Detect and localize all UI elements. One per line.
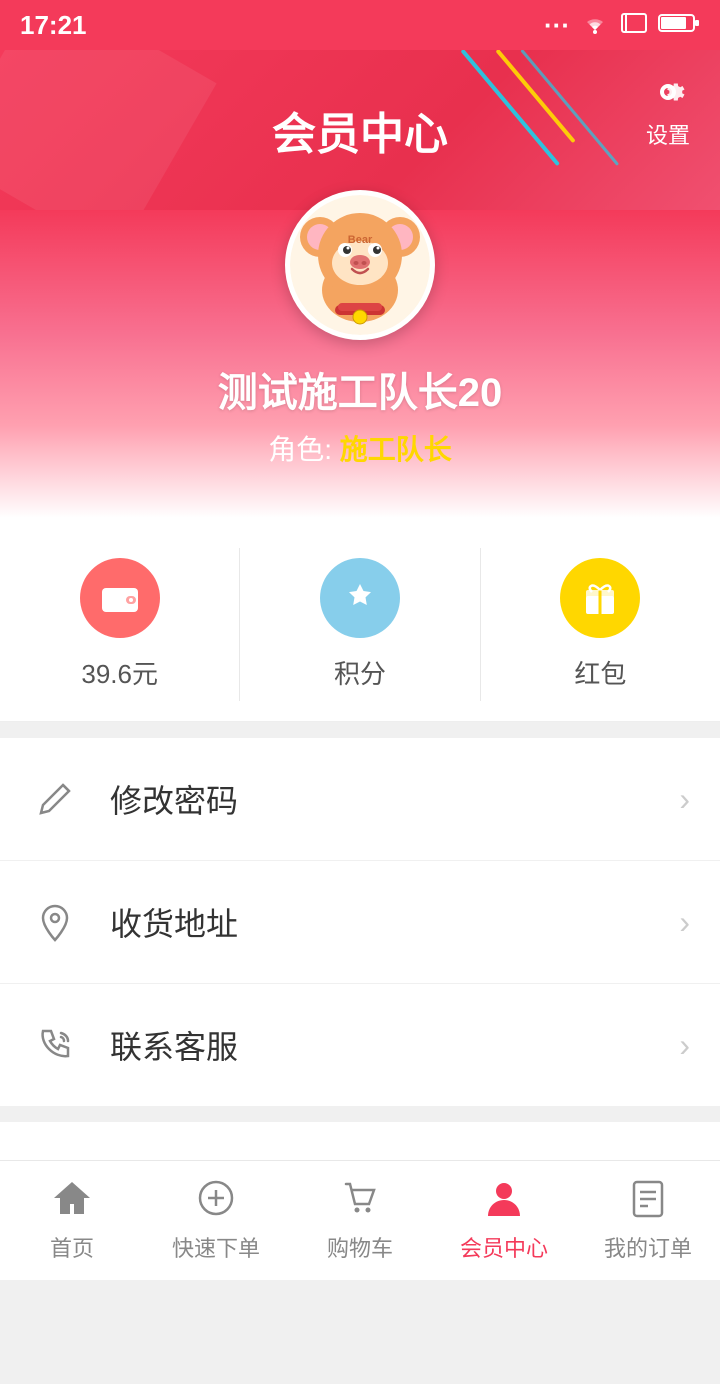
avatar-image: Bear bbox=[290, 195, 430, 335]
cart-label: 购物车 bbox=[327, 1231, 393, 1263]
arrow-icon: › bbox=[679, 781, 690, 818]
quick-order-icon bbox=[194, 1178, 238, 1225]
role-prefix: 角色: bbox=[268, 434, 340, 465]
settings-label: 设置 bbox=[646, 118, 690, 150]
menu-item-address[interactable]: 收货地址 › bbox=[0, 861, 720, 984]
page-title: 会员中心 bbox=[272, 98, 448, 162]
address-label: 收货地址 bbox=[110, 899, 679, 945]
page-header: 会员中心 设置 bbox=[0, 50, 720, 210]
arrow-icon: › bbox=[679, 904, 690, 941]
nav-member[interactable]: 会员中心 bbox=[432, 1161, 576, 1280]
phone-icon bbox=[30, 1020, 80, 1070]
time-display: 17:21 bbox=[20, 10, 87, 41]
gift-icon bbox=[578, 576, 622, 620]
username-display: 测试施工队长20 bbox=[218, 360, 503, 418]
role-display: 角色: 施工队长 bbox=[268, 428, 452, 468]
nav-quick-order[interactable]: 快速下单 bbox=[144, 1161, 288, 1280]
quick-order-label: 快速下单 bbox=[172, 1231, 260, 1263]
menu-item-customer-service[interactable]: 联系客服 › bbox=[0, 984, 720, 1106]
edit-icon bbox=[30, 774, 80, 824]
menu-item-change-password[interactable]: 修改密码 › bbox=[0, 738, 720, 861]
arrow-icon: › bbox=[679, 1027, 690, 1064]
nav-home[interactable]: 首页 bbox=[0, 1161, 144, 1280]
battery-icon bbox=[658, 10, 700, 41]
wifi-icon bbox=[580, 10, 610, 41]
customer-service-label: 联系客服 bbox=[110, 1022, 679, 1068]
gift-icon-circle bbox=[560, 558, 640, 638]
header-decoration bbox=[440, 50, 640, 210]
change-password-label: 修改密码 bbox=[110, 776, 679, 822]
cart-icon bbox=[338, 1178, 382, 1225]
wallet-icon-circle bbox=[80, 558, 160, 638]
home-icon bbox=[50, 1178, 94, 1225]
location-icon bbox=[30, 897, 80, 947]
settings-button[interactable]: 设置 bbox=[646, 70, 690, 150]
stat-wallet[interactable]: 39.6元 bbox=[0, 548, 240, 701]
bottom-navigation: 首页 快速下单 购物车 会员中心 bbox=[0, 1160, 720, 1280]
star-icon-circle bbox=[320, 558, 400, 638]
member-label: 会员中心 bbox=[460, 1231, 548, 1263]
wallet-value: 39.6元 bbox=[81, 654, 158, 691]
stats-row: 39.6元 积分 红包 bbox=[0, 518, 720, 722]
role-value: 施工队长 bbox=[340, 434, 452, 465]
profile-section: Bear 测试施工队长20 角色: 施工队长 bbox=[0, 210, 720, 518]
svg-text:Bear: Bear bbox=[348, 234, 373, 246]
stat-points[interactable]: 积分 bbox=[240, 548, 480, 701]
nav-my-orders[interactable]: 我的订单 bbox=[576, 1161, 720, 1280]
redpack-label: 红包 bbox=[574, 654, 626, 691]
sim-icon bbox=[620, 10, 648, 41]
nav-cart[interactable]: 购物车 bbox=[288, 1161, 432, 1280]
home-label: 首页 bbox=[50, 1231, 94, 1263]
points-label: 积分 bbox=[334, 654, 386, 691]
avatar: Bear bbox=[285, 190, 435, 340]
member-icon bbox=[482, 1178, 526, 1225]
orders-icon bbox=[626, 1178, 670, 1225]
wallet-icon bbox=[98, 576, 142, 620]
gear-icon bbox=[646, 70, 690, 114]
orders-label: 我的订单 bbox=[604, 1231, 692, 1263]
stat-redpack[interactable]: 红包 bbox=[481, 548, 720, 701]
status-icons: ··· bbox=[544, 10, 700, 41]
status-bar: 17:21 ··· bbox=[0, 0, 720, 50]
menu-section: 修改密码 › 收货地址 › 联系客服 › bbox=[0, 738, 720, 1106]
star-icon bbox=[338, 576, 382, 620]
signal-icon: ··· bbox=[544, 10, 570, 41]
